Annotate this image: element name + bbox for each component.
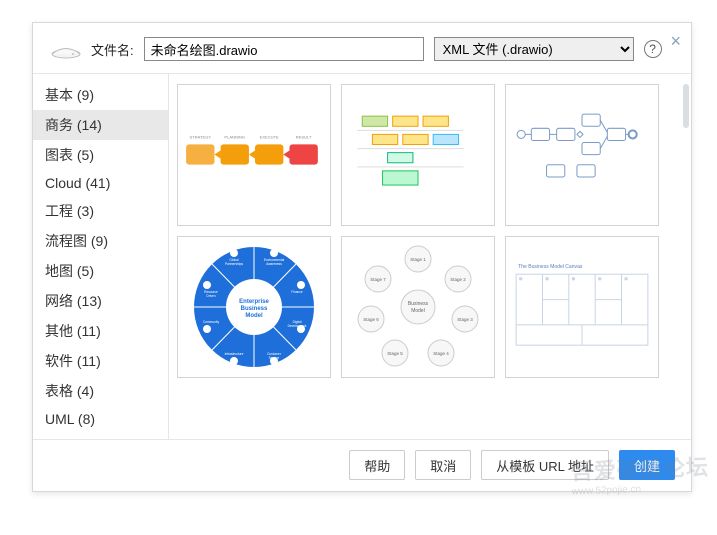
- template-swimlane[interactable]: [341, 84, 495, 226]
- svg-text:PLANNING: PLANNING: [224, 135, 245, 140]
- sidebar-item-cloud[interactable]: Cloud (41): [33, 170, 168, 196]
- sidebar-item-engineering[interactable]: 工程 (3): [33, 196, 168, 226]
- svg-text:Stage 2: Stage 2: [450, 277, 466, 282]
- sidebar-item-venn[interactable]: Venn (8): [33, 432, 168, 439]
- svg-text:Stage 1: Stage 1: [410, 257, 426, 262]
- sidebar-item-label: 商务 (14): [45, 117, 102, 133]
- dialog-body: 基本 (9) 商务 (14) 图表 (5) Cloud (41) 工程 (3) …: [33, 73, 691, 439]
- sidebar-item-business[interactable]: 商务 (14): [33, 110, 168, 140]
- svg-text:Stage 6: Stage 6: [363, 317, 379, 322]
- svg-text:Awareness: Awareness: [266, 262, 282, 266]
- svg-text:Model: Model: [245, 313, 263, 319]
- sidebar-item-basic[interactable]: 基本 (9): [33, 80, 168, 110]
- close-icon[interactable]: ×: [670, 31, 681, 52]
- svg-text:Finance: Finance: [291, 290, 303, 294]
- template-process-circles[interactable]: Business Model Stage 1 Stage 2 Stage 3 S…: [341, 236, 495, 378]
- svg-text:Driven: Driven: [206, 294, 215, 298]
- sidebar-item-label: 软件 (11): [45, 353, 101, 369]
- template-business-canvas[interactable]: The Business Model Canvas: [505, 236, 659, 378]
- svg-text:Stage 7: Stage 7: [370, 277, 386, 282]
- sidebar-item-network[interactable]: 网络 (13): [33, 286, 168, 316]
- file-format-select[interactable]: XML 文件 (.drawio): [434, 37, 634, 61]
- sidebar-item-software[interactable]: 软件 (11): [33, 346, 168, 376]
- sidebar-item-label: 网络 (13): [45, 293, 102, 309]
- svg-text:Community: Community: [203, 320, 220, 324]
- filename-input[interactable]: [144, 37, 424, 61]
- svg-text:Stage 4: Stage 4: [433, 351, 449, 356]
- sidebar-item-label: 工程 (3): [45, 203, 94, 219]
- sidebar-item-label: 表格 (4): [45, 383, 94, 399]
- sidebar-item-label: UML (8): [45, 411, 95, 427]
- sidebar-item-tables[interactable]: 表格 (4): [33, 376, 168, 406]
- create-button[interactable]: 创建: [619, 450, 675, 480]
- svg-text:Infrastructure: Infrastructure: [225, 352, 244, 356]
- sidebar-item-label: 图表 (5): [45, 147, 94, 163]
- dialog-header: 文件名: XML 文件 (.drawio) ?: [33, 23, 691, 73]
- svg-text:EXECUTE: EXECUTE: [260, 135, 279, 140]
- template-enterprise-model[interactable]: GlobalPartnerships EnvironmentalAwarenes…: [177, 236, 331, 378]
- sidebar-item-label: Cloud (41): [45, 175, 110, 191]
- sidebar-item-charts[interactable]: 图表 (5): [33, 140, 168, 170]
- sidebar-item-label: 地图 (5): [45, 263, 94, 279]
- svg-text:Partnerships: Partnerships: [225, 262, 243, 266]
- svg-text:Business: Business: [241, 306, 268, 312]
- category-sidebar: 基本 (9) 商务 (14) 图表 (5) Cloud (41) 工程 (3) …: [33, 74, 169, 439]
- scrollbar-thumb[interactable]: [683, 84, 689, 128]
- cancel-button[interactable]: 取消: [415, 450, 471, 480]
- svg-text:Stage 3: Stage 3: [457, 317, 473, 322]
- svg-text:Stage 5: Stage 5: [387, 351, 403, 356]
- help-button[interactable]: 帮助: [349, 450, 405, 480]
- sidebar-item-other[interactable]: 其他 (11): [33, 316, 168, 346]
- help-icon[interactable]: ?: [644, 40, 662, 58]
- svg-text:STRATEGY: STRATEGY: [190, 135, 212, 140]
- template-grid: STRATEGY PLANNING EXECUTE RESULT: [169, 74, 691, 439]
- svg-text:Enterprise: Enterprise: [239, 299, 269, 305]
- template-bpmn[interactable]: [505, 84, 659, 226]
- sidebar-item-uml[interactable]: UML (8): [33, 406, 168, 432]
- template-accountability[interactable]: STRATEGY PLANNING EXECUTE RESULT: [177, 84, 331, 226]
- svg-text:Business: Business: [408, 301, 429, 307]
- svg-text:Model: Model: [411, 308, 425, 314]
- from-template-url-button[interactable]: 从模板 URL 地址: [481, 450, 609, 480]
- dialog-footer: 帮助 取消 从模板 URL 地址 创建: [33, 439, 691, 490]
- sidebar-item-flowchart[interactable]: 流程图 (9): [33, 226, 168, 256]
- sidebar-item-label: 流程图 (9): [45, 233, 108, 249]
- filename-label: 文件名:: [91, 40, 134, 59]
- sidebar-item-label: 其他 (11): [45, 323, 101, 339]
- sidebar-item-label: 基本 (9): [45, 87, 94, 103]
- sidebar-item-label: Venn (8): [45, 437, 98, 439]
- disk-icon: [51, 39, 81, 59]
- new-diagram-dialog: × 文件名: XML 文件 (.drawio) ? 基本 (9) 商务 (14)…: [32, 22, 692, 492]
- sidebar-item-maps[interactable]: 地图 (5): [33, 256, 168, 286]
- svg-text:RESULT: RESULT: [296, 135, 312, 140]
- svg-text:The Business Model Canvas: The Business Model Canvas: [518, 264, 583, 270]
